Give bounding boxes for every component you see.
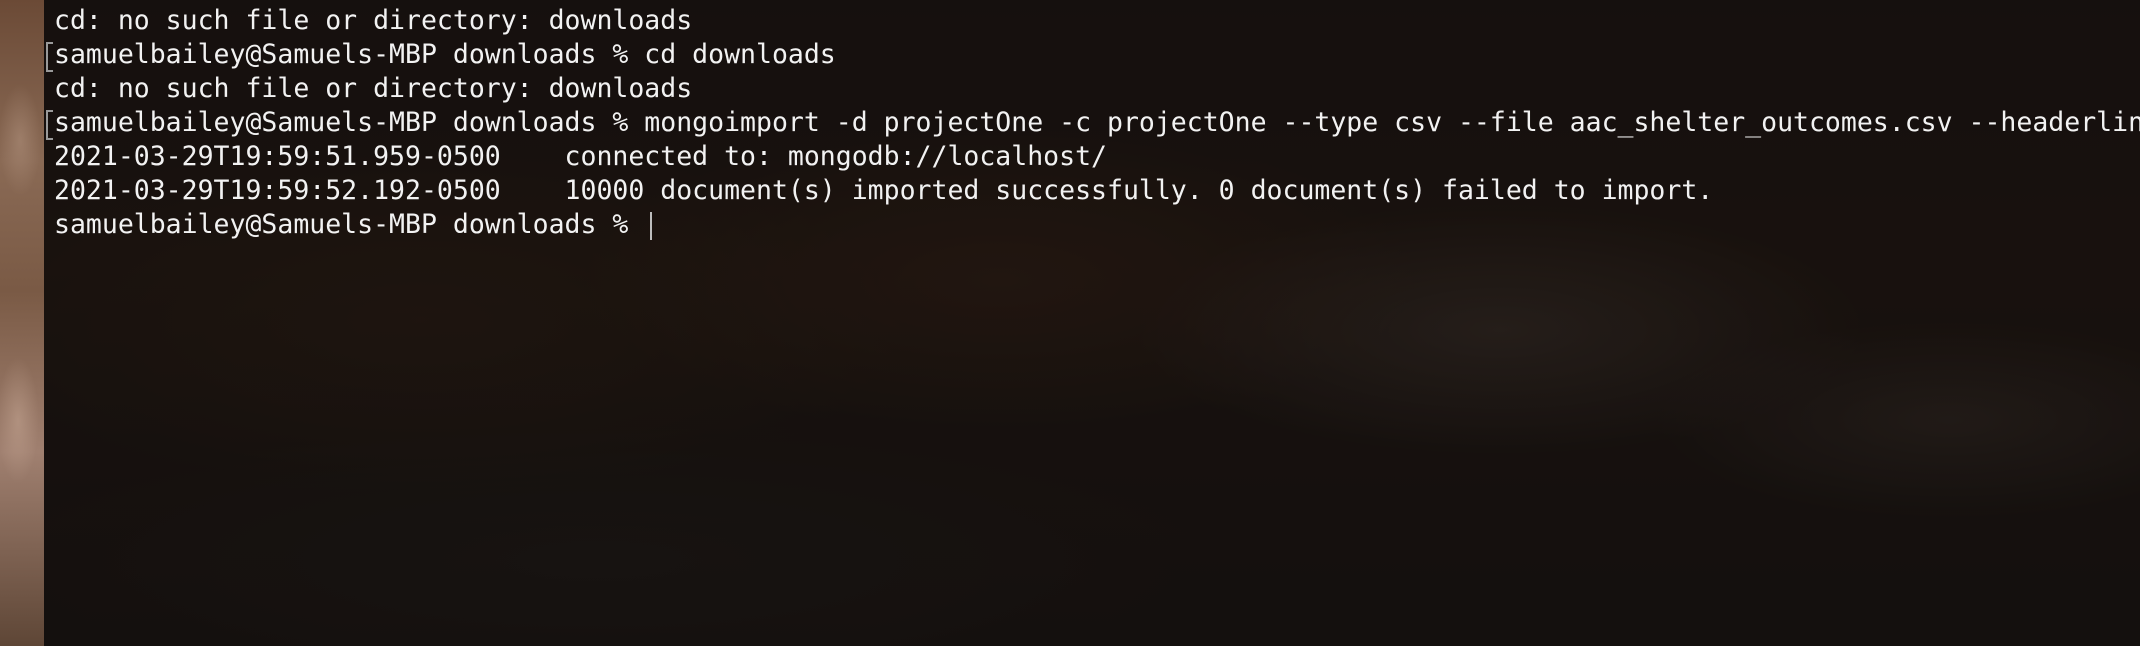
desktop: cd: no such file or directory: downloads… bbox=[0, 0, 2140, 646]
terminal-output: cd: no such file or directory: downloads… bbox=[54, 4, 2140, 242]
terminal-window[interactable]: cd: no such file or directory: downloads… bbox=[44, 0, 2140, 646]
terminal-line: 2021-03-29T19:59:51.959-0500 connected t… bbox=[54, 141, 1107, 172]
terminal-command-line: samuelbailey@Samuels-MBP downloads % cd … bbox=[54, 38, 2140, 72]
terminal-line: cd: no such file or directory: downloads bbox=[54, 5, 693, 36]
desktop-wallpaper-edge bbox=[0, 0, 44, 646]
terminal-prompt-line[interactable]: samuelbailey@Samuels-MBP downloads % bbox=[54, 208, 2140, 242]
terminal-line: cd: no such file or directory: downloads bbox=[54, 73, 693, 104]
terminal-prompt: samuelbailey@Samuels-MBP downloads % bbox=[54, 209, 645, 240]
terminal-line: 2021-03-29T19:59:52.192-0500 10000 docum… bbox=[54, 175, 1714, 206]
text-cursor bbox=[650, 211, 653, 240]
terminal-command-line: samuelbailey@Samuels-MBP downloads % mon… bbox=[54, 106, 2140, 140]
